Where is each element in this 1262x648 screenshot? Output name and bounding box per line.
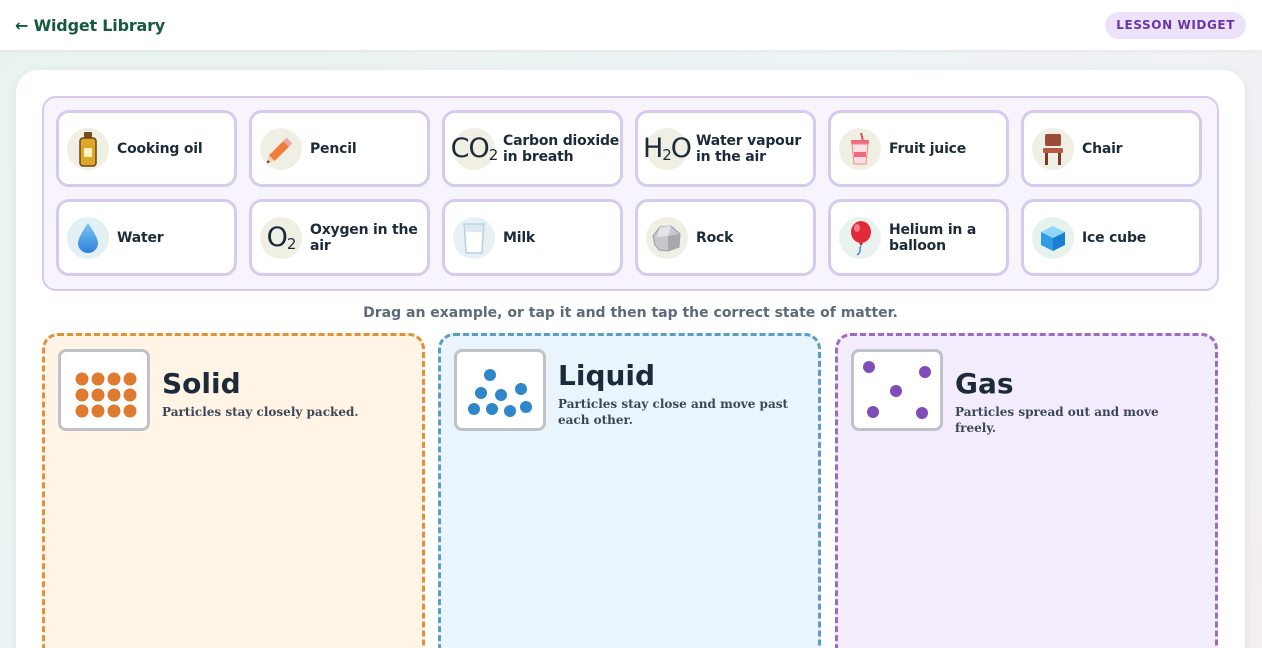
solid-description: Particles stay closely packed. (162, 405, 359, 419)
example-label: Cooking oil (117, 140, 203, 157)
pencil-icon (260, 127, 302, 170)
example-label: Chair (1082, 140, 1123, 157)
gas-description: Particles spread out and move freely. (955, 405, 1159, 435)
example-bank: Cooking oil Pencil CO2 Carbon dioxide in… (42, 96, 1219, 291)
juice-cup-icon (839, 127, 881, 170)
widget-card: Cooking oil Pencil CO2 Carbon dioxide in… (16, 70, 1245, 648)
back-to-widget-library-link[interactable]: ← Widget Library (15, 16, 165, 35)
oil-bottle-icon (67, 127, 109, 170)
o2-formula-icon: O2 (260, 216, 302, 259)
example-label: Rock (696, 229, 734, 246)
balloon-icon (839, 216, 881, 259)
rock-icon (646, 216, 688, 259)
example-label: Carbon dioxide in breath (503, 132, 620, 165)
example-label: Ice cube (1082, 229, 1147, 246)
example-label: Oxygen in the air (310, 221, 418, 254)
example-label: Water vapour in the air (696, 132, 802, 165)
water-drop-icon (67, 216, 109, 259)
solid-particles-icon (58, 349, 150, 431)
example-fruit-juice[interactable]: Fruit juice (828, 110, 1009, 187)
example-helium-balloon[interactable]: Helium in a balloon (828, 199, 1009, 276)
example-rock[interactable]: Rock (635, 199, 816, 276)
h2o-formula-icon: H2O (643, 127, 692, 170)
liquid-title: Liquid (558, 359, 656, 392)
milk-glass-icon (453, 216, 495, 259)
example-carbon-dioxide[interactable]: CO2 Carbon dioxide in breath (442, 110, 623, 187)
liquid-description: Particles stay close and move past each … (558, 397, 789, 427)
example-oxygen[interactable]: O2 Oxygen in the air (249, 199, 430, 276)
ice-cube-icon (1032, 216, 1074, 259)
example-cooking-oil[interactable]: Cooking oil (56, 110, 237, 187)
gas-title: Gas (955, 367, 1014, 400)
liquid-drop-zone[interactable]: Liquid Particles stay close and move pas… (438, 333, 821, 648)
co2-formula-icon: CO2 (451, 127, 498, 170)
solid-title: Solid (162, 367, 241, 400)
chair-icon (1032, 127, 1074, 170)
example-chair[interactable]: Chair (1021, 110, 1202, 187)
liquid-particles-icon (454, 349, 546, 431)
instruction-text: Drag an example, or tap it and then tap … (363, 305, 898, 321)
example-water-vapour[interactable]: H2O Water vapour in the air (635, 110, 816, 187)
top-bar: ← Widget Library LESSON WIDGET (0, 0, 1262, 50)
lesson-widget-badge: LESSON WIDGET (1105, 12, 1246, 39)
example-milk[interactable]: Milk (442, 199, 623, 276)
example-label: Milk (503, 229, 536, 246)
example-label: Water (117, 229, 164, 246)
example-ice-cube[interactable]: Ice cube (1021, 199, 1202, 276)
example-label: Pencil (310, 140, 357, 157)
gas-drop-zone[interactable]: Gas Particles spread out and move freely… (835, 333, 1218, 648)
example-pencil[interactable]: Pencil (249, 110, 430, 187)
solid-drop-zone[interactable]: Solid Particles stay closely packed. (42, 333, 425, 648)
example-label: Helium in a balloon (889, 221, 977, 254)
gas-particles-icon (851, 349, 943, 431)
example-water[interactable]: Water (56, 199, 237, 276)
example-label: Fruit juice (889, 140, 967, 157)
